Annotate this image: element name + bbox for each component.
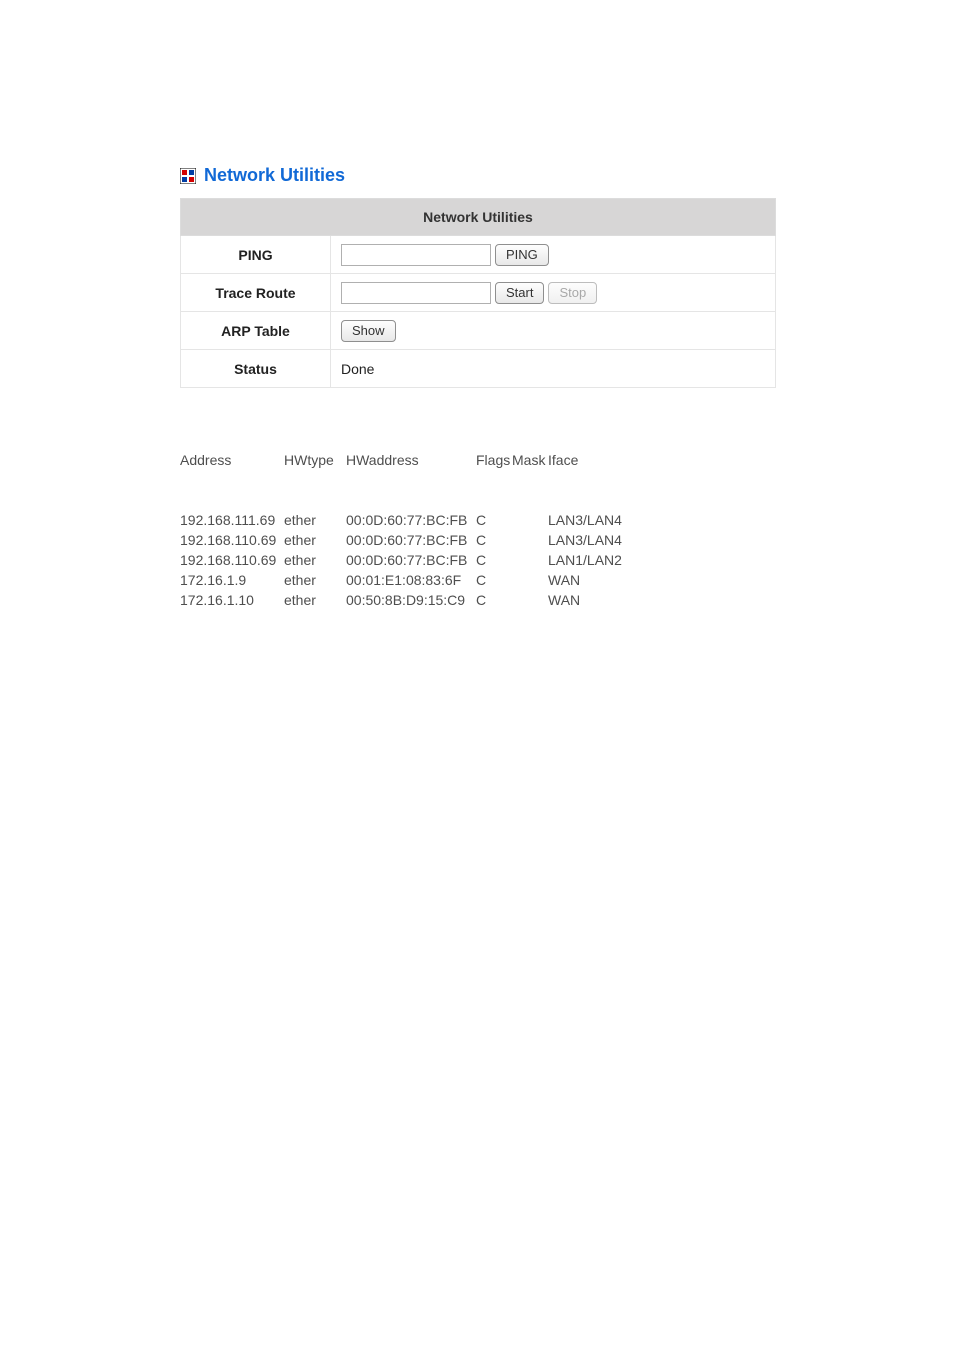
arp-cell-mask: [512, 570, 548, 590]
arp-cell-flags: C: [476, 570, 512, 590]
ping-label: PING: [181, 236, 331, 274]
arp-show-button[interactable]: Show: [341, 320, 396, 342]
arp-table-control-cell: Show: [331, 312, 776, 350]
row-trace-route: Trace Route Start Stop: [181, 274, 776, 312]
arp-cell-mask: [512, 510, 548, 530]
row-status: Status Done: [181, 350, 776, 388]
arp-cell-hwtype: ether: [284, 510, 346, 530]
status-value-cell: Done: [331, 350, 776, 388]
arp-header-row: Address HWtype HWaddress Flags Mask Ifac…: [180, 450, 954, 470]
arp-output: Address HWtype HWaddress Flags Mask Ifac…: [180, 410, 954, 630]
trace-route-input[interactable]: [341, 282, 491, 304]
arp-cell-iface: LAN3/LAN4: [548, 530, 648, 550]
status-value: Done: [341, 361, 374, 377]
ping-input[interactable]: [341, 244, 491, 266]
arp-cell-address: 192.168.111.69: [180, 510, 284, 530]
arp-cell-address: 192.168.110.69: [180, 550, 284, 570]
arp-cell-address: 192.168.110.69: [180, 530, 284, 550]
network-utilities-table: Network Utilities PING PING Trace Route …: [180, 198, 776, 388]
trace-route-label: Trace Route: [181, 274, 331, 312]
arp-cell-iface: LAN1/LAN2: [548, 550, 648, 570]
arp-data-row: 172.16.1.10ether00:50:8B:D9:15:C9C WAN: [180, 590, 954, 610]
arp-data-row: 192.168.111.69ether00:0D:60:77:BC:FBC LAN…: [180, 510, 954, 530]
arp-cell-hwaddress: 00:0D:60:77:BC:FB: [346, 510, 476, 530]
arp-cell-address: 172.16.1.9: [180, 570, 284, 590]
trace-route-stop-button: Stop: [548, 282, 597, 304]
arp-col-header-address: Address: [180, 450, 284, 470]
arp-col-header-hwaddress: HWaddress: [346, 450, 476, 470]
arp-cell-hwtype: ether: [284, 590, 346, 610]
network-utilities-icon: [180, 168, 196, 184]
arp-cell-iface: WAN: [548, 590, 648, 610]
table-header: Network Utilities: [181, 199, 776, 236]
arp-cell-flags: C: [476, 590, 512, 610]
arp-cell-mask: [512, 590, 548, 610]
arp-col-header-mask: Mask: [512, 450, 548, 470]
arp-cell-hwtype: ether: [284, 530, 346, 550]
ping-button[interactable]: PING: [495, 244, 549, 266]
trace-route-control-cell: Start Stop: [331, 274, 776, 312]
page-title: Network Utilities: [204, 165, 345, 186]
arp-data-row: 192.168.110.69ether00:0D:60:77:BC:FBC LAN…: [180, 550, 954, 570]
arp-col-header-hwtype: HWtype: [284, 450, 346, 470]
arp-cell-flags: C: [476, 510, 512, 530]
arp-cell-hwaddress: 00:0D:60:77:BC:FB: [346, 530, 476, 550]
arp-cell-hwaddress: 00:50:8B:D9:15:C9: [346, 590, 476, 610]
arp-cell-address: 172.16.1.10: [180, 590, 284, 610]
arp-cell-mask: [512, 530, 548, 550]
trace-route-start-button[interactable]: Start: [495, 282, 544, 304]
arp-cell-iface: LAN3/LAN4: [548, 510, 648, 530]
status-label: Status: [181, 350, 331, 388]
arp-cell-mask: [512, 550, 548, 570]
arp-col-header-iface: Iface: [548, 450, 648, 470]
arp-cell-flags: C: [476, 550, 512, 570]
row-ping: PING PING: [181, 236, 776, 274]
arp-col-header-flags: Flags: [476, 450, 512, 470]
arp-cell-hwtype: ether: [284, 550, 346, 570]
arp-cell-hwtype: ether: [284, 570, 346, 590]
arp-cell-hwaddress: 00:01:E1:08:83:6F: [346, 570, 476, 590]
arp-data-row: 192.168.110.69ether00:0D:60:77:BC:FBC LAN…: [180, 530, 954, 550]
arp-cell-flags: C: [476, 530, 512, 550]
arp-cell-iface: WAN: [548, 570, 648, 590]
arp-cell-hwaddress: 00:0D:60:77:BC:FB: [346, 550, 476, 570]
arp-table-label: ARP Table: [181, 312, 331, 350]
page-header: Network Utilities: [180, 165, 954, 186]
row-arp-table: ARP Table Show: [181, 312, 776, 350]
arp-data-row: 172.16.1.9ether00:01:E1:08:83:6FC WAN: [180, 570, 954, 590]
ping-control-cell: PING: [331, 236, 776, 274]
